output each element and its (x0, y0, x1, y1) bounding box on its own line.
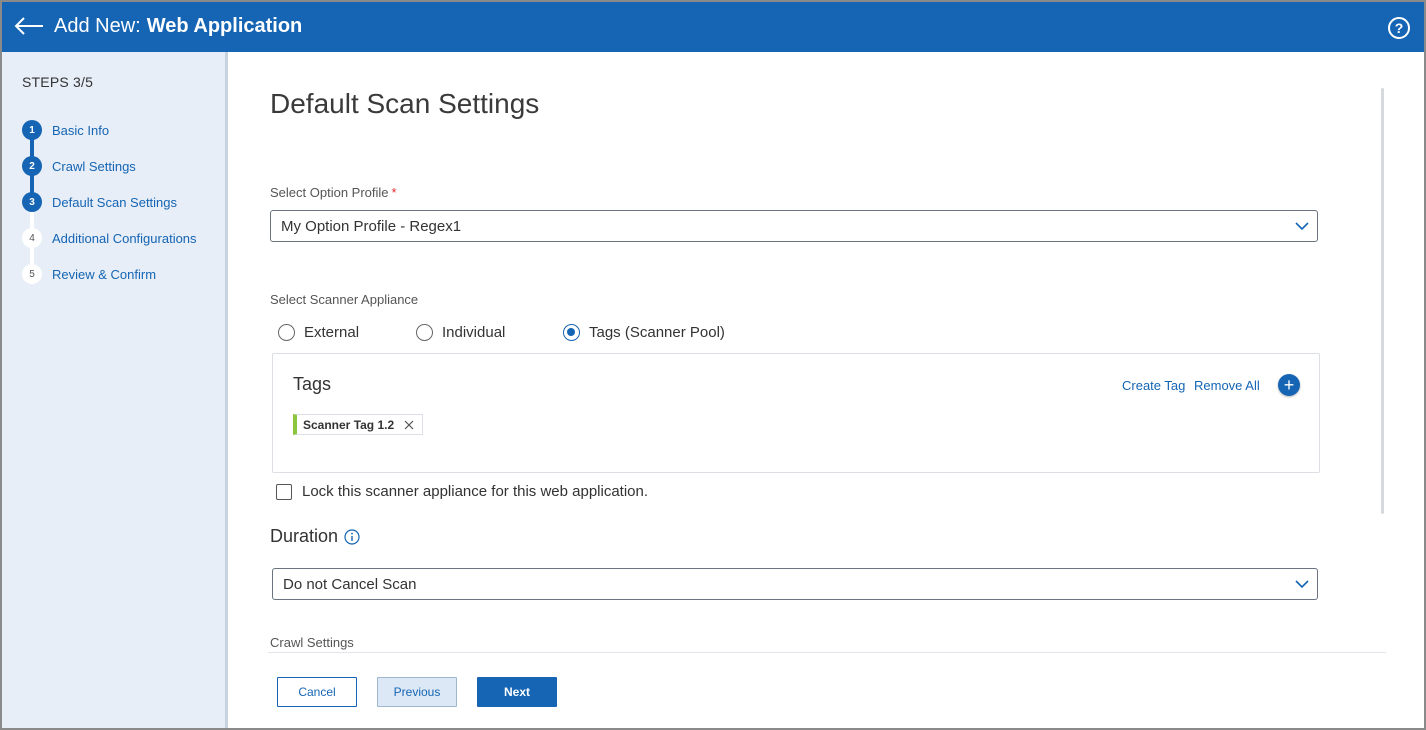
step-label: Basic Info (52, 122, 110, 138)
duration-heading: Duration (270, 526, 360, 547)
close-icon[interactable] (402, 418, 416, 432)
lock-scanner-checkbox[interactable] (276, 483, 292, 500)
scanner-appliance-label: Select Scanner Appliance (270, 292, 419, 307)
cancel-button[interactable]: Cancel (277, 677, 357, 707)
create-tag-link[interactable]: Create Tag (1122, 378, 1185, 393)
radio-label: Individual (442, 324, 506, 341)
help-icon[interactable]: ? (1388, 17, 1410, 39)
radio-label: External (304, 324, 360, 341)
chevron-down-icon (1295, 580, 1309, 589)
crawl-settings-section-label: Crawl Settings (270, 635, 354, 650)
main-content: Default Scan Settings Select Option Prof… (231, 52, 1424, 728)
step-label: Additional Configurations (52, 230, 197, 246)
vertical-scrollbar[interactable] (1381, 88, 1384, 514)
radio-circle-checked (563, 324, 580, 341)
radio-external[interactable]: External (278, 324, 359, 341)
lock-scanner-label: Lock this scanner appliance for this web… (302, 483, 649, 500)
option-profile-label-text: Select Option Profile (270, 185, 389, 200)
remove-all-link[interactable]: Remove All (1194, 378, 1260, 393)
duration-value: Do not Cancel Scan (283, 575, 417, 593)
step-item-default-scan-settings[interactable]: 3 Default Scan Settings (22, 192, 177, 212)
steps-title: STEPS 3/5 (22, 74, 94, 90)
step-item-crawl-settings[interactable]: 2 Crawl Settings (22, 156, 136, 176)
duration-select[interactable]: Do not Cancel Scan (272, 568, 1318, 600)
step-number: 4 (22, 228, 42, 248)
step-number: 2 (22, 156, 42, 176)
tag-chip-label: Scanner Tag 1.2 (303, 417, 395, 432)
page-header-title: Add New: Web Application (54, 15, 302, 38)
info-icon[interactable] (344, 528, 360, 545)
tag-chip: Scanner Tag 1.2 (293, 414, 424, 435)
header-title-name: Web Application (146, 15, 303, 37)
steps-sidebar: STEPS 3/5 1 Basic Info 2 Crawl Settings … (2, 52, 228, 728)
step-number: 5 (22, 264, 42, 284)
required-marker: * (391, 185, 397, 200)
tags-panel: Tags Create Tag Remove All + Scanner Tag… (272, 353, 1320, 473)
app-window: Add New: Web Application ? STEPS 3/5 1 Ba… (0, 0, 1426, 730)
lock-scanner-row: Lock this scanner appliance for this web… (276, 483, 648, 500)
step-number: 3 (22, 192, 42, 212)
step-item-review-confirm[interactable]: 5 Review & Confirm (22, 264, 156, 284)
duration-title: Duration (270, 526, 339, 546)
option-profile-select[interactable]: My Option Profile - Regex1 (270, 210, 1318, 242)
step-label: Review & Confirm (52, 266, 157, 282)
step-label: Crawl Settings (52, 158, 136, 174)
option-profile-value: My Option Profile - Regex1 (281, 217, 462, 235)
chevron-down-icon (1295, 222, 1309, 231)
option-profile-label: Select Option Profile * (270, 185, 397, 200)
radio-circle (416, 324, 433, 341)
back-arrow-icon[interactable] (13, 14, 45, 38)
radio-individual[interactable]: Individual (416, 324, 505, 341)
previous-button[interactable]: Previous (377, 677, 457, 707)
step-item-basic-info[interactable]: 1 Basic Info (22, 120, 109, 140)
page-title: Default Scan Settings (270, 88, 540, 119)
radio-circle (278, 324, 295, 341)
divider (268, 652, 1386, 653)
add-tag-plus-icon[interactable]: + (1278, 374, 1300, 396)
step-label: Default Scan Settings (52, 194, 178, 210)
tags-title: Tags (293, 374, 332, 394)
radio-label: Tags (Scanner Pool) (589, 324, 725, 341)
header-bar: Add New: Web Application ? (2, 2, 1424, 52)
step-number: 1 (22, 120, 42, 140)
header-title-prefix: Add New: (54, 15, 141, 37)
radio-tags-scanner-pool[interactable]: Tags (Scanner Pool) (563, 324, 725, 341)
step-item-additional-configurations[interactable]: 4 Additional Configurations (22, 228, 197, 248)
next-button[interactable]: Next (477, 677, 557, 707)
